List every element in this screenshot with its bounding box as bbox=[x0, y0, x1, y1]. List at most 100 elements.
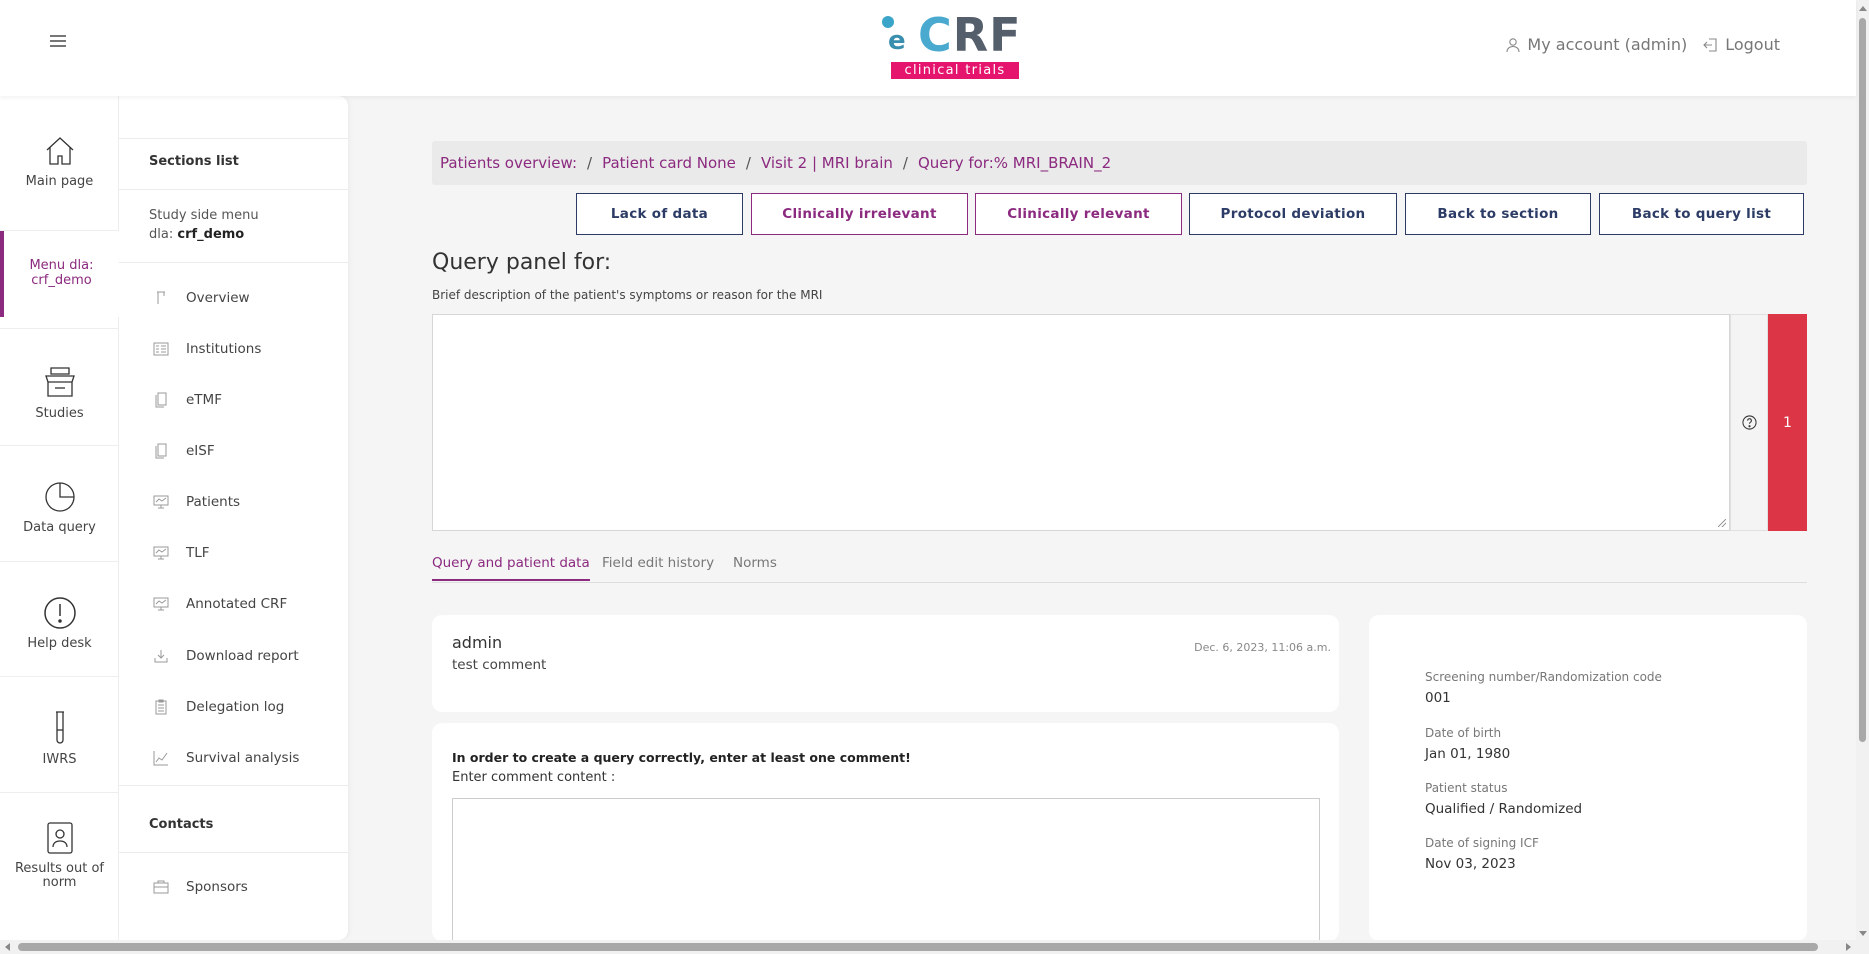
studies-icon bbox=[44, 367, 75, 397]
patient-field-value: 001 bbox=[1425, 690, 1451, 706]
rail-item-results-out-of-norm[interactable]: Results out of norm bbox=[0, 820, 119, 890]
comment-content-textarea[interactable] bbox=[452, 798, 1320, 941]
tab-query-and-patient-data[interactable]: Query and patient data bbox=[432, 555, 590, 581]
section-divider bbox=[119, 852, 348, 853]
section-item-label: Sponsors bbox=[186, 879, 248, 895]
ecrf-logo[interactable]: e CRF clinical trials bbox=[880, 8, 1022, 80]
comment-date: Dec. 6, 2023, 11:06 a.m. bbox=[1194, 641, 1331, 654]
patient-field-value: Jan 01, 1980 bbox=[1425, 746, 1511, 762]
breadcrumb-separator: / bbox=[745, 154, 751, 172]
section-item-sponsors[interactable]: Sponsors bbox=[153, 879, 248, 895]
section-item-label: TLF bbox=[186, 545, 210, 561]
rail-label: Main page bbox=[25, 174, 94, 189]
rail-label: Results out of norm bbox=[14, 861, 105, 890]
rail-item-studies[interactable]: Studies bbox=[0, 364, 119, 421]
rail-item-study-menu[interactable]: Menu dla: crf_demo bbox=[0, 231, 119, 317]
resize-handle-icon[interactable] bbox=[1718, 519, 1726, 527]
study-side-menu-label: Study side menu bbox=[149, 208, 259, 223]
document-icon bbox=[155, 392, 167, 408]
comment-card: admin test comment Dec. 6, 2023, 11:06 a… bbox=[432, 615, 1339, 712]
query-field-description: Brief description of the patient's sympt… bbox=[432, 288, 823, 302]
patient-field-value: Nov 03, 2023 bbox=[1425, 856, 1516, 872]
section-divider bbox=[119, 785, 348, 786]
rail-label: Studies bbox=[35, 406, 84, 421]
rail-divider bbox=[0, 561, 119, 562]
logout-label: Logout bbox=[1725, 35, 1780, 54]
patient-field-value: Qualified / Randomized bbox=[1425, 801, 1583, 817]
vertical-scroll-thumb[interactable] bbox=[1859, 18, 1866, 742]
section-item-survival-analysis[interactable]: Survival analysis bbox=[153, 750, 299, 766]
section-item-label: Institutions bbox=[186, 341, 262, 357]
section-item-institutions[interactable]: Institutions bbox=[153, 341, 261, 357]
protocol-deviation-button[interactable]: Protocol deviation bbox=[1189, 193, 1397, 235]
scroll-left-icon[interactable] bbox=[5, 943, 10, 951]
section-item-label: eISF bbox=[186, 443, 215, 459]
clinically-relevant-button[interactable]: Clinically relevant bbox=[975, 193, 1182, 235]
section-item-delegation-log[interactable]: Delegation log bbox=[153, 699, 284, 715]
logo-crf: CRF bbox=[918, 8, 1022, 62]
scroll-down-icon[interactable] bbox=[1859, 931, 1867, 936]
query-count-badge[interactable]: 1 bbox=[1768, 314, 1807, 531]
top-bar: e CRF clinical trials My account (admin)… bbox=[0, 0, 1856, 96]
breadcrumb-separator: / bbox=[587, 154, 593, 172]
breadcrumb: Patients overview: / Patient card None /… bbox=[432, 141, 1807, 185]
user-icon bbox=[1506, 37, 1520, 52]
section-item-etmf[interactable]: eTMF bbox=[153, 392, 222, 408]
my-account-label: My account (admin) bbox=[1527, 35, 1688, 54]
rail-divider bbox=[0, 792, 119, 793]
back-to-query-list-button[interactable]: Back to query list bbox=[1599, 193, 1804, 235]
section-item-download-report[interactable]: Download report bbox=[153, 648, 299, 664]
hamburger-menu-icon[interactable] bbox=[50, 35, 66, 49]
comment-warning: In order to create a query correctly, en… bbox=[452, 750, 911, 765]
home-icon bbox=[46, 137, 73, 165]
logo-e: e bbox=[888, 26, 906, 56]
contacts-title: Contacts bbox=[149, 817, 214, 832]
clinically-irrelevant-button[interactable]: Clinically irrelevant bbox=[751, 193, 968, 235]
study-name: crf_demo bbox=[177, 227, 245, 242]
rail-item-help-desk[interactable]: Help desk bbox=[0, 596, 119, 651]
sections-list-title: Sections list bbox=[149, 154, 239, 169]
query-tabs: Query and patient data Field edit histor… bbox=[432, 555, 1807, 583]
logout-link[interactable]: Logout bbox=[1703, 35, 1780, 54]
clipboard-icon bbox=[155, 699, 167, 715]
rail-item-main-page[interactable]: Main page bbox=[0, 134, 119, 189]
monitor-icon bbox=[153, 495, 169, 509]
rail-item-iwrs[interactable]: IWRS bbox=[0, 710, 119, 767]
monitor-icon bbox=[153, 546, 169, 560]
breadcrumb-item-visit[interactable]: Visit 2 | MRI brain bbox=[761, 154, 893, 172]
query-field-textarea[interactable] bbox=[432, 314, 1730, 531]
my-account-link[interactable]: My account (admin) bbox=[1505, 35, 1687, 54]
patient-field-label: Screening number/Randomization code bbox=[1425, 670, 1662, 684]
tab-field-edit-history[interactable]: Field edit history bbox=[602, 555, 714, 579]
section-item-annotated-crf[interactable]: Annotated CRF bbox=[153, 596, 287, 612]
tab-norms[interactable]: Norms bbox=[733, 555, 777, 579]
icon-rail: Main page Menu dla: crf_demo Studies Dat… bbox=[0, 96, 119, 940]
rail-divider bbox=[0, 328, 119, 329]
section-item-overview[interactable]: Overview bbox=[153, 290, 250, 306]
query-help-button[interactable] bbox=[1730, 314, 1768, 531]
document-icon bbox=[155, 443, 167, 459]
section-item-eisf[interactable]: eISF bbox=[153, 443, 215, 459]
vertical-scrollbar[interactable] bbox=[1856, 0, 1869, 954]
logo-tagline: clinical trials bbox=[891, 62, 1019, 79]
breadcrumb-item-patients-overview[interactable]: Patients overview: bbox=[440, 154, 577, 172]
horizontal-scroll-thumb[interactable] bbox=[18, 943, 1818, 951]
section-item-tlf[interactable]: TLF bbox=[153, 545, 210, 561]
horizontal-scrollbar[interactable] bbox=[0, 940, 1856, 954]
scroll-up-icon[interactable] bbox=[1859, 6, 1867, 11]
rail-label: Help desk bbox=[27, 636, 92, 651]
question-circle-icon bbox=[1741, 415, 1757, 430]
scroll-right-icon[interactable] bbox=[1846, 943, 1851, 951]
breadcrumb-item-query[interactable]: Query for:% MRI_BRAIN_2 bbox=[918, 154, 1111, 172]
download-icon bbox=[154, 650, 168, 663]
lack-of-data-button[interactable]: Lack of data bbox=[576, 193, 743, 235]
rail-item-data-query[interactable]: Data query bbox=[0, 480, 119, 535]
comment-content-label: Enter comment content : bbox=[452, 770, 616, 785]
section-item-patients[interactable]: Patients bbox=[153, 494, 240, 510]
pie-chart-icon bbox=[44, 482, 75, 512]
briefcase-icon bbox=[153, 880, 169, 894]
breadcrumb-item-patient-card[interactable]: Patient card None bbox=[602, 154, 736, 172]
study-side-menu: Study side menu dla: crf_demo bbox=[149, 206, 259, 244]
rail-divider bbox=[0, 676, 119, 677]
back-to-section-button[interactable]: Back to section bbox=[1405, 193, 1591, 235]
